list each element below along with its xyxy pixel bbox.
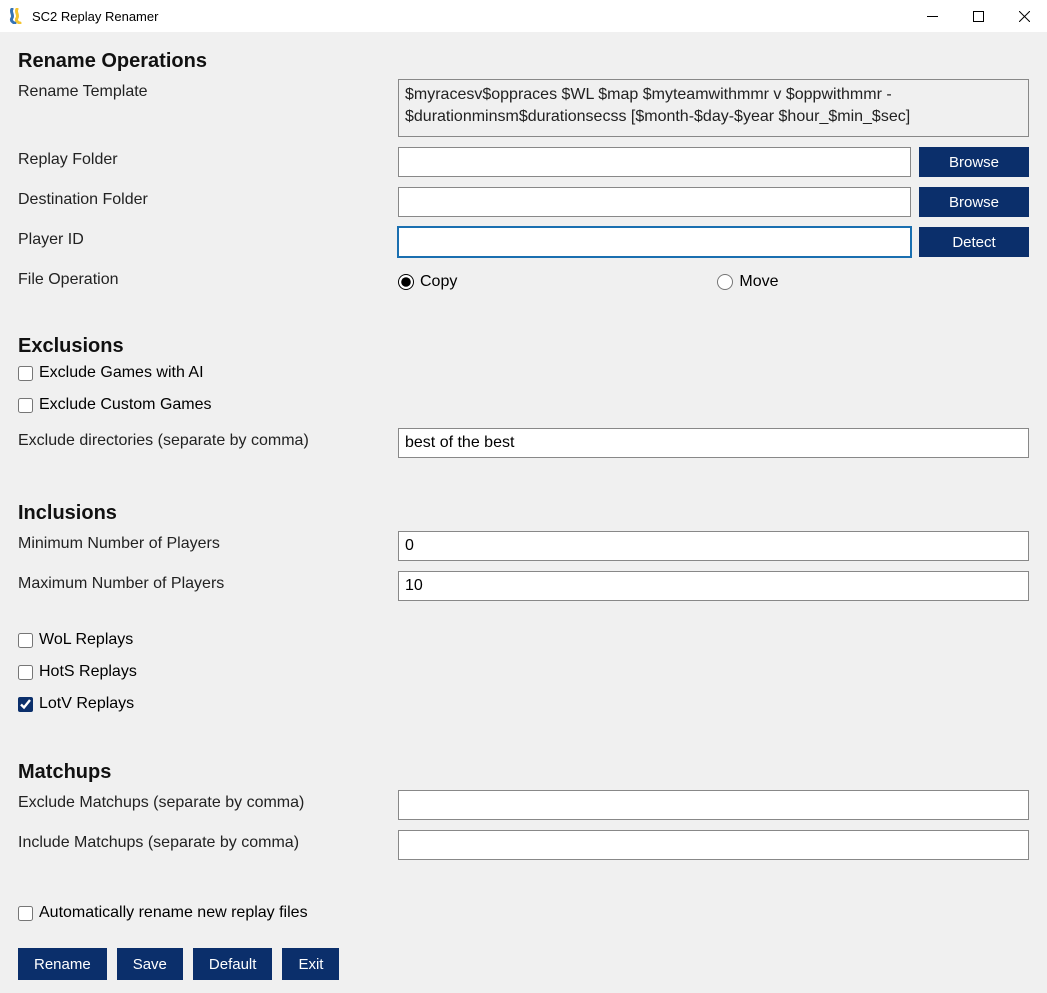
- file-operation-label: File Operation: [18, 267, 398, 289]
- section-matchups-heading: Matchups: [18, 761, 1029, 784]
- exclude-custom-label: Exclude Custom Games: [39, 396, 212, 414]
- client-area: Rename Operations Rename Template Replay…: [0, 32, 1047, 993]
- destination-folder-label: Destination Folder: [18, 187, 398, 209]
- auto-rename-checkbox-input[interactable]: [18, 906, 33, 921]
- exclude-custom-checkbox[interactable]: Exclude Custom Games: [18, 396, 1029, 414]
- replay-folder-label: Replay Folder: [18, 147, 398, 169]
- file-op-copy-radio-input[interactable]: [398, 274, 414, 290]
- exclude-matchups-label: Exclude Matchups (separate by comma): [18, 790, 398, 812]
- auto-rename-checkbox[interactable]: Automatically rename new replay files: [18, 904, 1029, 922]
- exclude-custom-checkbox-input[interactable]: [18, 398, 33, 413]
- section-inclusions-heading: Inclusions: [18, 502, 1029, 525]
- include-matchups-label: Include Matchups (separate by comma): [18, 830, 398, 852]
- player-id-label: Player ID: [18, 227, 398, 249]
- auto-rename-label: Automatically rename new replay files: [39, 904, 308, 922]
- exclude-ai-checkbox[interactable]: Exclude Games with AI: [18, 364, 1029, 382]
- exclude-dirs-input[interactable]: [398, 428, 1029, 458]
- file-op-move-radio-input[interactable]: [717, 274, 733, 290]
- wol-checkbox-input[interactable]: [18, 633, 33, 648]
- max-players-label: Maximum Number of Players: [18, 571, 398, 593]
- rename-template-label: Rename Template: [18, 79, 398, 101]
- exclude-dirs-label: Exclude directories (separate by comma): [18, 428, 398, 450]
- close-button[interactable]: [1001, 0, 1047, 32]
- window-title: SC2 Replay Renamer: [32, 9, 909, 24]
- exclude-ai-label: Exclude Games with AI: [39, 364, 204, 382]
- wol-label: WoL Replays: [39, 631, 133, 649]
- maximize-button[interactable]: [955, 0, 1001, 32]
- section-rename-ops-heading: Rename Operations: [18, 50, 1029, 73]
- default-button[interactable]: Default: [193, 948, 273, 980]
- section-exclusions-heading: Exclusions: [18, 335, 1029, 358]
- file-op-move-label: Move: [739, 273, 778, 291]
- rename-button[interactable]: Rename: [18, 948, 107, 980]
- app-icon: [8, 8, 24, 24]
- hots-label: HotS Replays: [39, 663, 137, 681]
- replay-folder-input[interactable]: [398, 147, 911, 177]
- lotv-label: LotV Replays: [39, 695, 134, 713]
- include-matchups-input[interactable]: [398, 830, 1029, 860]
- lotv-checkbox[interactable]: LotV Replays: [18, 695, 1029, 713]
- file-op-copy-radio[interactable]: Copy: [398, 273, 457, 291]
- min-players-label: Minimum Number of Players: [18, 531, 398, 553]
- destination-folder-input[interactable]: [398, 187, 911, 217]
- exclude-ai-checkbox-input[interactable]: [18, 366, 33, 381]
- titlebar: SC2 Replay Renamer: [0, 0, 1047, 32]
- file-op-move-radio[interactable]: Move: [717, 273, 778, 291]
- hots-checkbox-input[interactable]: [18, 665, 33, 680]
- exclude-matchups-input[interactable]: [398, 790, 1029, 820]
- lotv-checkbox-input[interactable]: [18, 697, 33, 712]
- browse-destination-folder-button[interactable]: Browse: [919, 187, 1029, 217]
- player-id-input[interactable]: [398, 227, 911, 257]
- exit-button[interactable]: Exit: [282, 948, 339, 980]
- min-players-input[interactable]: [398, 531, 1029, 561]
- browse-replay-folder-button[interactable]: Browse: [919, 147, 1029, 177]
- wol-checkbox[interactable]: WoL Replays: [18, 631, 1029, 649]
- detect-button[interactable]: Detect: [919, 227, 1029, 257]
- minimize-button[interactable]: [909, 0, 955, 32]
- rename-template-input[interactable]: [398, 79, 1029, 137]
- file-op-copy-label: Copy: [420, 273, 457, 291]
- save-button[interactable]: Save: [117, 948, 183, 980]
- hots-checkbox[interactable]: HotS Replays: [18, 663, 1029, 681]
- max-players-input[interactable]: [398, 571, 1029, 601]
